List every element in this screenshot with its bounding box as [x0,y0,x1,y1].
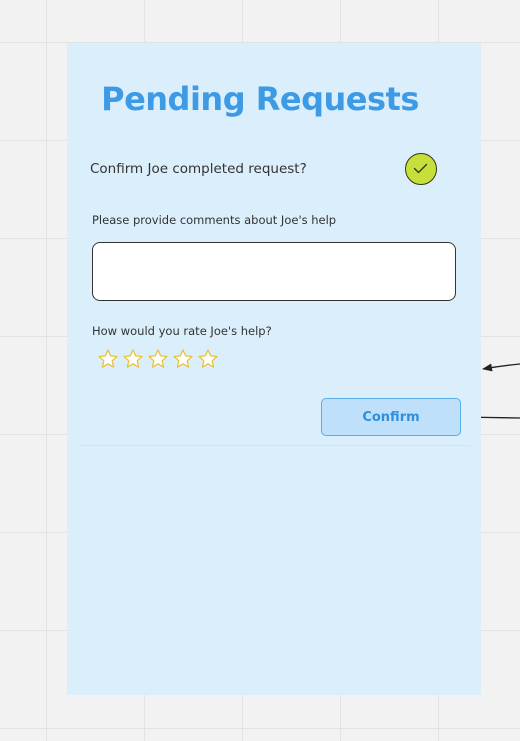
star-outline-icon[interactable] [197,348,219,370]
divider [80,445,470,446]
connector-arrow-to-stars [482,363,520,372]
rating-label: How would you rate Joe's help? [92,324,272,338]
comments-input[interactable] [92,242,456,301]
confirm-button[interactable]: Confirm [321,398,461,436]
confirm-check-button[interactable] [405,153,437,185]
star-outline-icon[interactable] [122,348,144,370]
confirm-question-label: Confirm Joe completed request? [90,161,307,177]
star-rating[interactable] [97,348,219,370]
star-outline-icon[interactable] [147,348,169,370]
check-circle-icon [413,163,428,174]
star-outline-icon[interactable] [172,348,194,370]
comments-label: Please provide comments about Joe's help [92,213,337,227]
star-outline-icon[interactable] [97,348,119,370]
page-title: Pending Requests [101,80,419,118]
